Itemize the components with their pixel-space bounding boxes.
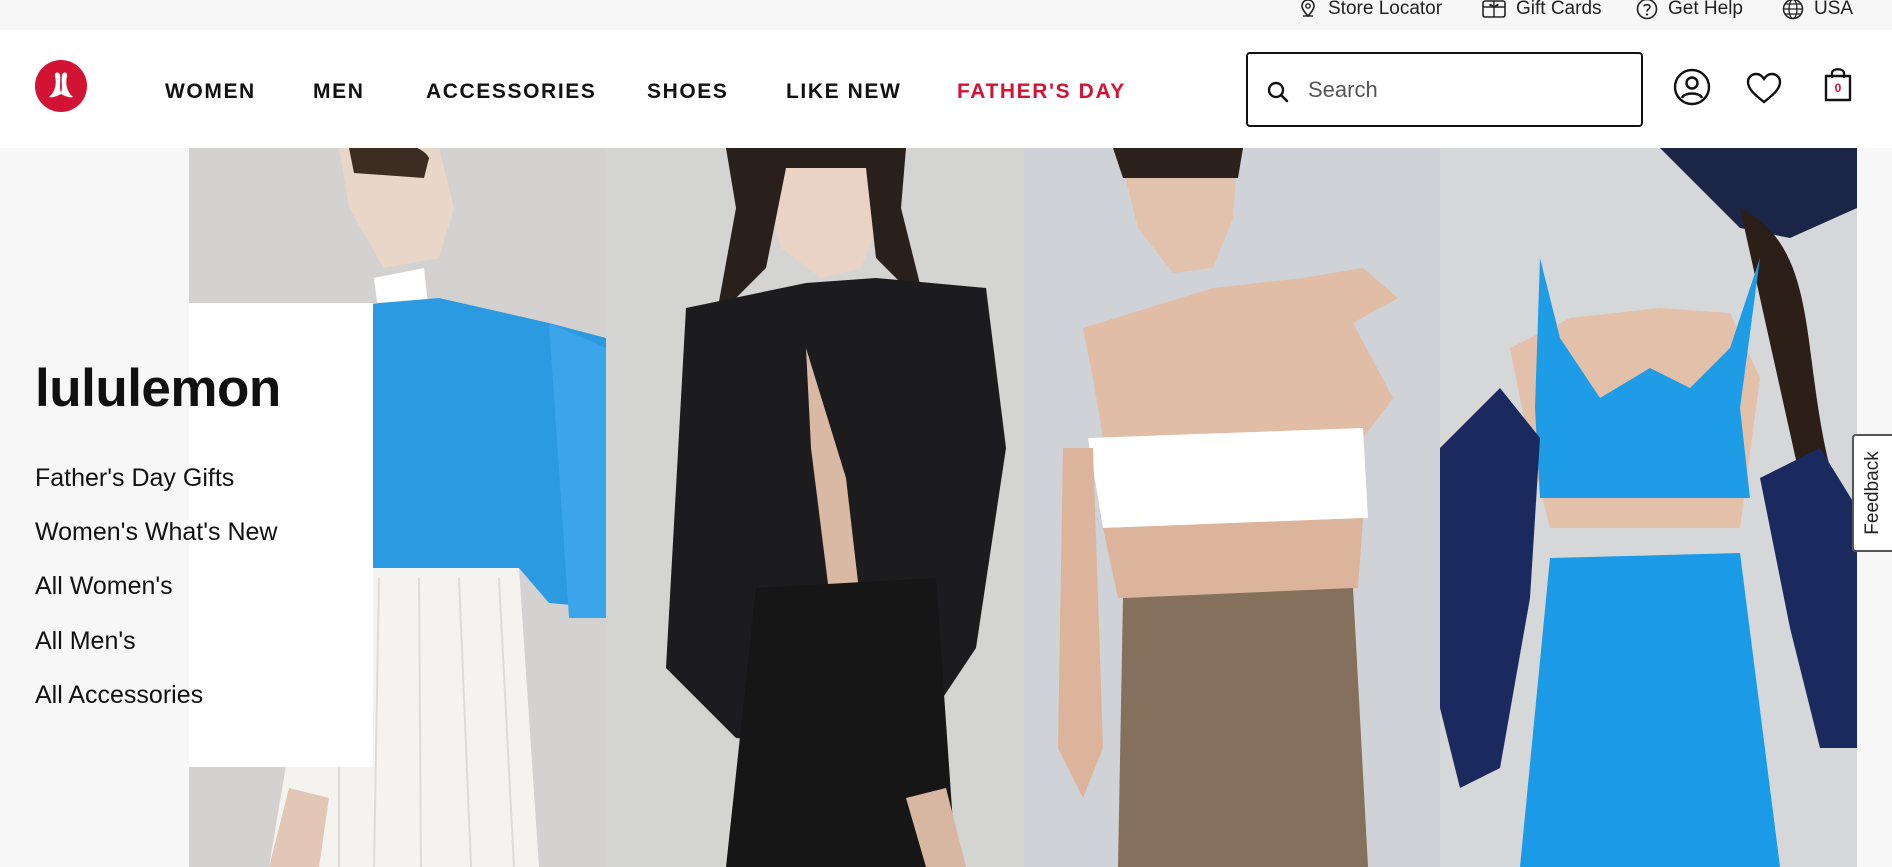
hero-banner[interactable] [189, 148, 1857, 867]
link-all-accessories[interactable]: All Accessories [35, 681, 203, 710]
link-all-mens[interactable]: All Men's [35, 627, 136, 656]
gift-card-icon [1482, 0, 1506, 18]
country-label: USA [1814, 0, 1854, 19]
link-all-womens[interactable]: All Women's [35, 572, 173, 601]
hero-image-blue-bra[interactable] [1440, 148, 1857, 867]
nav-fathers-day[interactable]: FATHER'S DAY [957, 80, 1126, 104]
feedback-tab[interactable]: Feedback [1852, 434, 1892, 552]
hero-image-white-bandeau[interactable] [1023, 148, 1440, 867]
help-circle-icon [1636, 0, 1658, 20]
hero-image-black-shirt[interactable] [606, 148, 1023, 867]
nav-shoes[interactable]: SHOES [647, 80, 729, 104]
get-help-label: Get Help [1668, 0, 1743, 19]
get-help-link[interactable]: Get Help [1636, 0, 1743, 20]
nav-men[interactable]: MEN [313, 80, 364, 104]
main-header: WOMEN MEN ACCESSORIES SHOES LIKE NEW FAT… [0, 30, 1892, 148]
globe-icon [1782, 0, 1804, 20]
feedback-label: Feedback [1862, 451, 1883, 535]
wishlist-heart-icon[interactable] [1745, 71, 1783, 110]
nav-like-new[interactable]: LIKE NEW [786, 80, 901, 104]
gift-cards-link[interactable]: Gift Cards [1482, 0, 1602, 19]
gift-cards-label: Gift Cards [1516, 0, 1602, 19]
search-icon[interactable] [1266, 80, 1290, 104]
link-womens-whats-new[interactable]: Women's What's New [35, 518, 277, 547]
search-box[interactable] [1246, 52, 1643, 127]
account-icon[interactable] [1673, 68, 1711, 111]
nav-women[interactable]: WOMEN [165, 80, 256, 104]
brand-title: lululemon [35, 359, 281, 418]
lululemon-logo-icon[interactable] [35, 60, 87, 112]
country-selector[interactable]: USA [1782, 0, 1854, 20]
nav-accessories[interactable]: ACCESSORIES [426, 80, 596, 104]
search-input[interactable] [1308, 70, 1628, 110]
store-locator-label: Store Locator [1328, 0, 1443, 19]
link-fathers-day-gifts[interactable]: Father's Day Gifts [35, 464, 234, 493]
store-locator-link[interactable]: Store Locator [1298, 0, 1443, 19]
shopping-bag-icon[interactable]: 0 [1820, 66, 1856, 107]
utility-bar: Store Locator Gift Cards Get Help USA [0, 0, 1892, 30]
bag-count-badge: 0 [1834, 81, 1842, 95]
map-pin-icon [1301, 0, 1315, 18]
